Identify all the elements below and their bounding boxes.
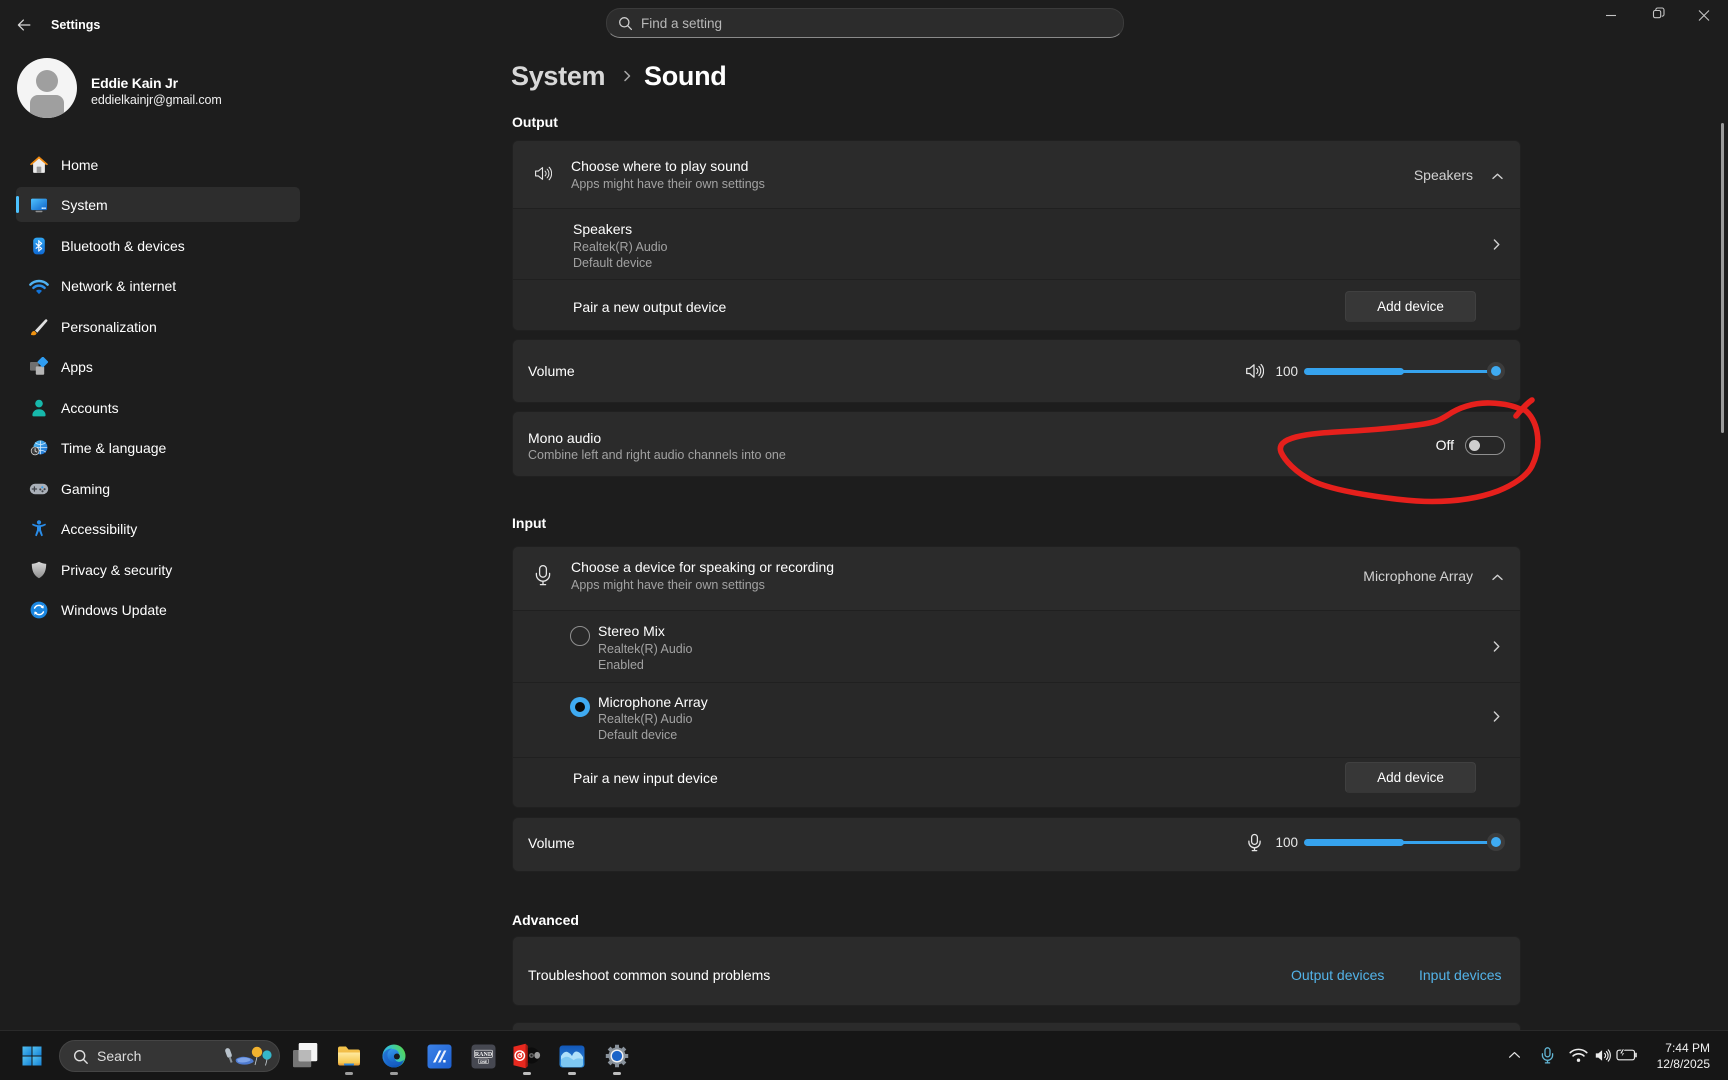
svg-text:RAND: RAND <box>475 1052 493 1058</box>
svg-text:ONE: ONE <box>480 1060 488 1064</box>
